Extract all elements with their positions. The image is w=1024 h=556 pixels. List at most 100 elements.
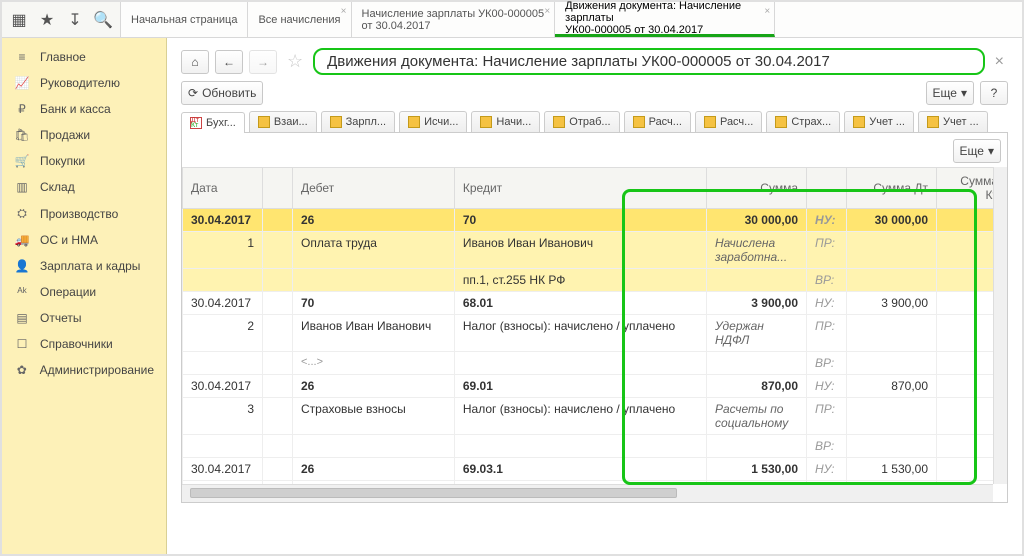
nav-icon: 🛍 [14,128,30,142]
apps-icon[interactable]: ▦ [8,9,30,31]
nav-item-2[interactable]: ₽Банк и касса [2,96,166,122]
tabbar: Начальная страницаВсе начисления×Начисле… [121,2,1022,37]
posting-row[interactable]: 30.04.2017267030 000,00НУ:30 000,00 [183,209,1007,232]
more-button[interactable]: Еще▾ [926,81,974,105]
posting-row-detail[interactable]: <...>ВР: [183,352,1007,375]
posting-row-detail[interactable]: ВР: [183,435,1007,458]
tab-close-icon[interactable]: × [544,6,550,17]
title-row: ⌂ ← → ☆ Движения документа: Начисление з… [181,48,1008,75]
tab-0[interactable]: Начальная страница [121,2,248,37]
nav-icon: 👤 [14,259,30,273]
posting-row[interactable]: 30.04.20172669.03.11 530,00НУ:1 530,00 [183,458,1007,481]
favorite-star-icon[interactable]: ☆ [283,51,307,72]
nav-icon: ✿ [14,363,30,377]
register-tab-icon [633,116,645,128]
table-more-row: Еще▾ [182,133,1007,167]
register-tab-8[interactable]: Страх... [766,111,840,132]
nav-item-8[interactable]: 👤Зарплата и кадры [2,253,166,279]
nav-item-10[interactable]: ▤Отчеты [2,305,166,331]
vertical-scrollbar[interactable] [993,167,1007,484]
register-tab-5[interactable]: Отраб... [544,111,619,132]
posting-row-detail[interactable]: пп.1, ст.255 НК РФВР: [183,269,1007,292]
nav-item-9[interactable]: ᴬᵏОперации [2,279,166,305]
posting-row-detail[interactable]: 3Страховые взносыНалог (взносы): начисле… [183,398,1007,435]
nav-item-12[interactable]: ✿Администрирование [2,357,166,383]
tab-1[interactable]: Все начисления× [248,2,351,37]
nav-icon: ₽ [14,102,30,116]
register-tab-2[interactable]: Зарпл... [321,111,395,132]
action-row: ⟳Обновить Еще▾ ? [181,81,1008,105]
table-more-button[interactable]: Еще▾ [953,139,1001,163]
col-tag[interactable] [807,168,847,209]
table-panel: Еще▾ Дата Дебет Кредит Сумма Сумма Дт Су… [181,133,1008,503]
history-icon[interactable]: ↧ [64,9,86,31]
postings-grid: Дата Дебет Кредит Сумма Сумма Дт Сумма К… [182,167,1007,484]
posting-row-detail[interactable]: 1Оплата трудаИванов Иван ИвановичНачисле… [183,232,1007,269]
nav-item-6[interactable]: ⛭Производство [2,200,166,227]
nav-icon: 📈 [14,76,30,90]
register-tab-4[interactable]: Начи... [471,111,540,132]
nav-item-0[interactable]: ≡Главное [2,44,166,70]
forward-button[interactable]: → [249,50,277,74]
register-tab-icon [480,116,492,128]
nav-item-5[interactable]: ▥Склад [2,174,166,200]
nav-icon: 🚚 [14,233,30,247]
register-tab-0[interactable]: Бухг... [181,112,245,133]
nav-item-11[interactable]: ☐Справочники [2,331,166,357]
grid-scroll[interactable]: Дата Дебет Кредит Сумма Сумма Дт Сумма К… [182,167,1007,484]
register-tab-9[interactable]: Учет ... [844,111,914,132]
nav-icon: ▥ [14,180,30,194]
tab-2[interactable]: Начисление зарплаты УК00-000005от 30.04.… [352,2,556,37]
register-tabs: Бухг...Взаи...Зарпл...Исчи...Начи...Отра… [181,111,1008,133]
register-tab-1[interactable]: Взаи... [249,111,317,132]
register-tab-icon [853,116,865,128]
register-tab-icon [330,116,342,128]
register-tab-10[interactable]: Учет ... [918,111,988,132]
col-sum-dt[interactable]: Сумма Дт [847,168,937,209]
tab-3[interactable]: Движения документа: Начисление зарплатыУ… [555,2,775,37]
nav-item-3[interactable]: 🛍Продажи [2,122,166,148]
register-tab-icon [553,116,565,128]
col-credit[interactable]: Кредит [454,168,706,209]
close-button[interactable]: × [991,53,1008,71]
posting-row-detail[interactable]: 2Иванов Иван ИвановичНалог (взносы): нач… [183,315,1007,352]
refresh-button[interactable]: ⟳Обновить [181,81,263,105]
search-icon[interactable]: 🔍 [92,9,114,31]
register-tab-3[interactable]: Исчи... [399,111,467,132]
back-button[interactable]: ← [215,50,243,74]
col-sum[interactable]: Сумма [707,168,807,209]
col-debit[interactable]: Дебет [293,168,455,209]
register-tab-icon [190,117,202,129]
left-nav: ≡Главное📈Руководителю₽Банк и касса🛍Прода… [2,38,167,554]
col-num[interactable] [263,168,293,209]
register-tab-7[interactable]: Расч... [695,111,762,132]
tab-close-icon[interactable]: × [764,6,770,17]
nav-icon: ≡ [14,50,30,64]
nav-icon: ▤ [14,311,30,325]
posting-row[interactable]: 30.04.20172669.01870,00НУ:870,00 [183,375,1007,398]
horizontal-scrollbar[interactable] [182,484,993,502]
main-area: ⌂ ← → ☆ Движения документа: Начисление з… [167,38,1022,554]
col-date[interactable]: Дата [183,168,263,209]
register-tab-icon [258,116,270,128]
nav-icon: ⛭ [14,206,30,221]
nav-item-1[interactable]: 📈Руководителю [2,70,166,96]
nav-icon: 🛒 [14,154,30,168]
register-tab-icon [775,116,787,128]
nav-item-4[interactable]: 🛒Покупки [2,148,166,174]
nav-icon: ᴬᵏ [14,285,30,299]
posting-row[interactable]: 30.04.20177068.013 900,00НУ:3 900,00 [183,292,1007,315]
home-button[interactable]: ⌂ [181,50,209,74]
page-title: Движения документа: Начисление зарплаты … [313,48,985,75]
register-tab-6[interactable]: Расч... [624,111,691,132]
grid-header-row: Дата Дебет Кредит Сумма Сумма Дт Сумма К… [183,168,1007,209]
tab-close-icon[interactable]: × [341,6,347,17]
register-tab-icon [927,116,939,128]
top-icon-group: ▦ ★ ↧ 🔍 [2,2,121,37]
star-icon[interactable]: ★ [36,9,58,31]
help-button[interactable]: ? [980,81,1008,105]
nav-item-7[interactable]: 🚚ОС и НМА [2,227,166,253]
register-tab-icon [408,116,420,128]
register-tab-icon [704,116,716,128]
nav-icon: ☐ [14,337,30,351]
